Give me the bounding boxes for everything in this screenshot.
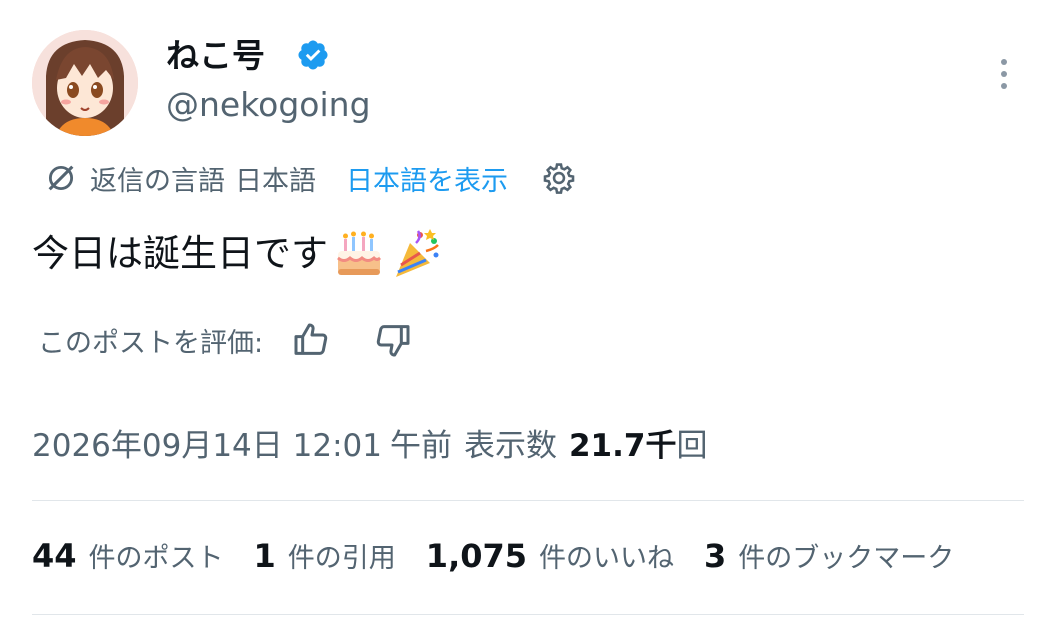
show-in-japanese-link[interactable]: 日本語を表示 — [346, 159, 508, 198]
thumbs-up-icon[interactable] — [291, 320, 331, 360]
views-label: 表示数 — [463, 428, 557, 464]
stat-label: 件のいいね — [539, 543, 675, 574]
post-text-content: 今日は誕生日です — [32, 232, 328, 275]
post-text: 今日は誕生日です — [32, 226, 444, 282]
reply-language-value: 日本語 — [235, 165, 316, 197]
stat-likes[interactable]: 1,075 件のいいね — [426, 536, 674, 575]
views-suffix: 回 — [676, 428, 708, 464]
post-timestamp-ampm: 午前 — [389, 428, 452, 464]
reply-language-label: 返信の言語 — [90, 165, 225, 197]
translation-bar: 返信の言語 日本語 日本語を表示 — [44, 158, 576, 198]
birthday-cake-emoji — [337, 231, 382, 275]
stat-quotes[interactable]: 1 件の引用 — [254, 536, 396, 575]
thumbs-down-icon[interactable] — [373, 320, 413, 360]
display-name[interactable]: ねこ号 — [166, 34, 265, 78]
views-count: 21.7千 — [568, 428, 677, 464]
avatar-image — [32, 30, 138, 136]
rate-post-row: このポストを評価: — [38, 318, 413, 362]
gear-icon[interactable] — [542, 161, 576, 195]
post-metadata: 2026年09月14日 12:01 午前 表示数 21.7千 回 — [32, 420, 707, 468]
stat-count: 44 — [32, 537, 77, 575]
stat-label: 件の引用 — [287, 543, 396, 574]
avatar[interactable] — [32, 30, 138, 136]
translate-off-icon — [48, 165, 74, 191]
party-popper-emoji — [396, 229, 439, 277]
divider — [32, 614, 1024, 615]
stat-reposts[interactable]: 44 件のポスト — [32, 536, 224, 575]
more-options-icon[interactable] — [984, 56, 1024, 92]
verified-badge-icon[interactable] — [296, 38, 330, 72]
rate-post-label: このポストを評価: — [38, 327, 264, 359]
stat-count: 1 — [253, 537, 276, 575]
post-timestamp[interactable]: 2026年09月14日 12:01 — [32, 420, 382, 465]
stat-label: 件のポスト — [88, 543, 224, 574]
user-handle[interactable]: @nekogoing — [166, 83, 371, 127]
divider — [32, 500, 1024, 501]
stat-count: 3 — [704, 537, 727, 575]
engagement-stats: 44 件のポスト 1 件の引用 1,075 件のいいね 3 件のブックマーク — [32, 536, 984, 586]
stat-label: 件のブックマーク — [738, 543, 955, 574]
stat-bookmarks[interactable]: 3 件のブックマーク — [704, 536, 954, 575]
stat-count: 1,075 — [425, 537, 528, 575]
